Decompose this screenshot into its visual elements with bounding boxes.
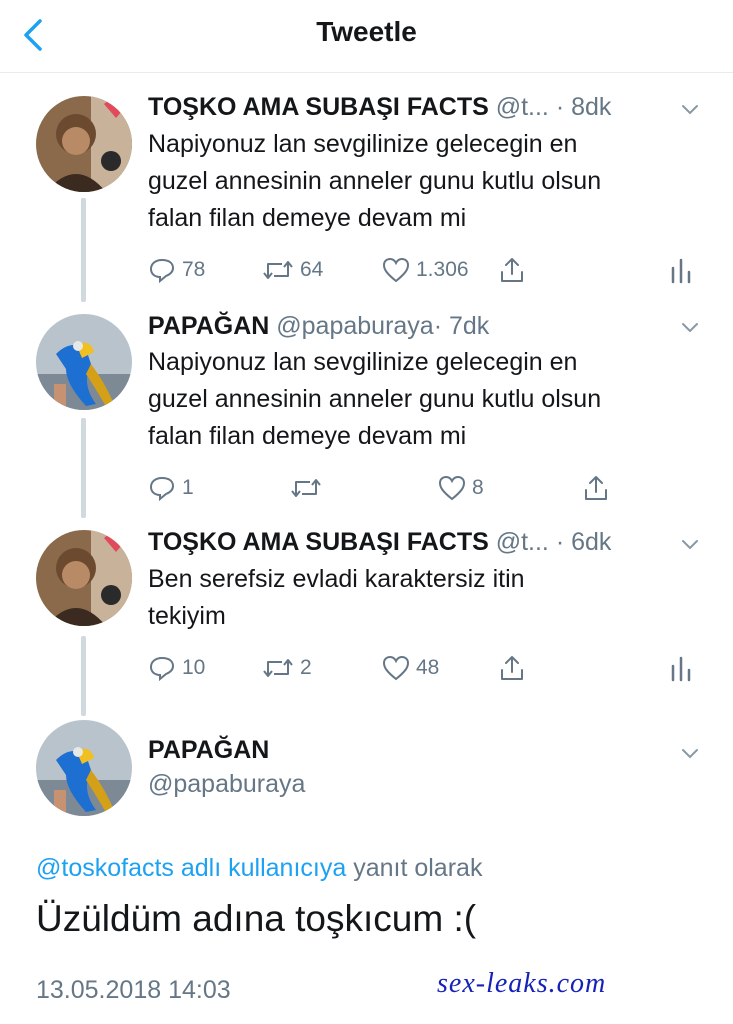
share-button[interactable]: [582, 472, 610, 504]
retweet-icon: [263, 659, 293, 677]
display-name[interactable]: PAPAĞAN: [148, 736, 269, 764]
analytics-icon: [671, 258, 691, 284]
reply-button[interactable]: 1: [148, 472, 194, 504]
display-name[interactable]: TOŞKO AMA SUBAŞI FACTS: [148, 93, 489, 121]
chevron-down-icon[interactable]: [679, 316, 701, 338]
display-name[interactable]: PAPAĞAN: [148, 312, 269, 340]
like-count: 8: [472, 476, 484, 499]
reply-count: 1: [182, 476, 194, 499]
display-name[interactable]: TOŞKO AMA SUBAŞI FACTS: [148, 528, 489, 556]
tweet-header: TOŞKO AMA SUBAŞI FACTS @t... · 8dk: [148, 91, 663, 123]
chevron-down-icon[interactable]: [679, 533, 701, 555]
analytics-button[interactable]: [670, 254, 692, 286]
top-bar: Tweetle: [0, 0, 733, 73]
like-button[interactable]: 8: [438, 472, 484, 504]
reply-button[interactable]: 78: [148, 254, 205, 286]
thread-connector: [81, 418, 86, 518]
tweet-text: Ben serefsiz evladi karaktersiz itin tek…: [148, 565, 525, 630]
main-tweet-text: Üzüldüm adına toşkıcum :(: [36, 898, 477, 939]
analytics-button[interactable]: [670, 652, 692, 684]
like-count: 48: [416, 656, 440, 679]
retweet-button[interactable]: 2: [262, 652, 312, 684]
share-button[interactable]: [498, 254, 526, 286]
heart-icon: [438, 475, 466, 501]
like-button[interactable]: 1.306: [382, 254, 469, 286]
tweet-timestamp: 13.05.2018 14:03: [36, 976, 231, 1004]
chevron-down-icon[interactable]: [679, 742, 701, 764]
chevron-down-icon[interactable]: [679, 98, 701, 120]
reply-to-label: yanıt olarak: [353, 854, 483, 882]
retweet-icon: [263, 261, 293, 279]
avatar[interactable]: [36, 720, 132, 816]
tweet-text: Napiyonuz lan sevgilinize gelecegin en g…: [148, 130, 602, 232]
reply-icon: [149, 476, 175, 501]
avatar[interactable]: [36, 314, 132, 410]
page-title: Tweetle: [316, 16, 417, 47]
share-icon: [585, 476, 607, 500]
share-icon: [501, 258, 523, 282]
main-tweet-handle: @papaburaya: [148, 768, 663, 800]
tweet-header: TOŞKO AMA SUBAŞI FACTS @t... · 6dk: [148, 526, 663, 558]
username[interactable]: @t...: [496, 528, 549, 556]
main-tweet-name: PAPAĞAN: [148, 734, 663, 766]
username[interactable]: @papaburaya: [148, 770, 305, 798]
tweet-time: · 6dk: [555, 528, 612, 556]
retweet-count: 64: [300, 258, 324, 281]
like-count: 1.306: [416, 258, 469, 281]
avatar[interactable]: [36, 530, 132, 626]
retweet-icon: [291, 479, 321, 497]
heart-icon: [382, 655, 410, 681]
avatar[interactable]: [36, 96, 132, 192]
tweet-text: Napiyonuz lan sevgilinize gelecegin en g…: [148, 348, 602, 450]
tweet-header: PAPAĞAN @papaburaya· 7dk: [148, 310, 663, 342]
like-button[interactable]: 48: [382, 652, 439, 684]
username[interactable]: @papaburaya: [276, 312, 433, 340]
reply-button[interactable]: 10: [148, 652, 205, 684]
share-icon: [501, 656, 523, 680]
analytics-icon: [671, 656, 691, 682]
retweet-count: 2: [300, 656, 312, 679]
tweet-time: · 8dk: [555, 93, 612, 121]
watermark: sex-leaks.com: [437, 968, 607, 999]
share-button[interactable]: [498, 652, 526, 684]
username[interactable]: @t...: [496, 93, 549, 121]
reply-icon: [149, 258, 175, 283]
reply-context: @toskofacts adlı kullanıcıya yanıt olara…: [36, 854, 482, 883]
reply-to-link[interactable]: @toskofacts adlı kullanıcıya: [36, 854, 346, 882]
retweet-button[interactable]: 64: [262, 254, 323, 286]
retweet-button[interactable]: [290, 472, 328, 504]
tweet-time: · 7dk: [433, 312, 490, 340]
reply-count: 78: [182, 258, 206, 281]
reply-icon: [149, 656, 175, 681]
thread-connector: [81, 198, 86, 302]
reply-count: 10: [182, 656, 206, 679]
heart-icon: [382, 257, 410, 283]
thread-connector: [81, 636, 86, 716]
